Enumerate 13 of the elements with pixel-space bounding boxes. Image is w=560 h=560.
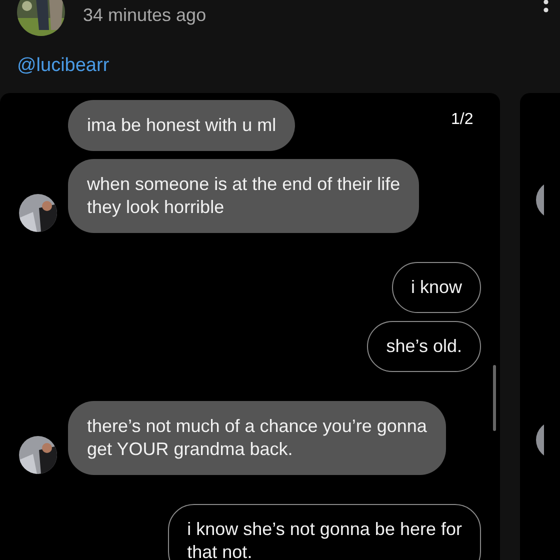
sent-message: i know she’s not gonna be here for that not. [168,504,481,560]
received-message: ima be honest with u ml [68,100,296,151]
sent-message: she’s old. [367,321,481,372]
more-options-icon[interactable] [542,0,550,14]
received-message: when someone is at the end of their life they look horrible [68,159,420,233]
sent-message: i know [392,262,481,313]
received-message: there’s not much of a chance you’re gonna get YOUR grandma back. [68,401,446,475]
sender-avatar [19,436,57,474]
image-counter: 1/2 [451,111,474,129]
sender-avatar [19,194,57,232]
mention-link[interactable]: @lucibearr [17,55,110,77]
post-time: 34 minutes ago [83,5,206,26]
scrollbar [493,365,496,431]
